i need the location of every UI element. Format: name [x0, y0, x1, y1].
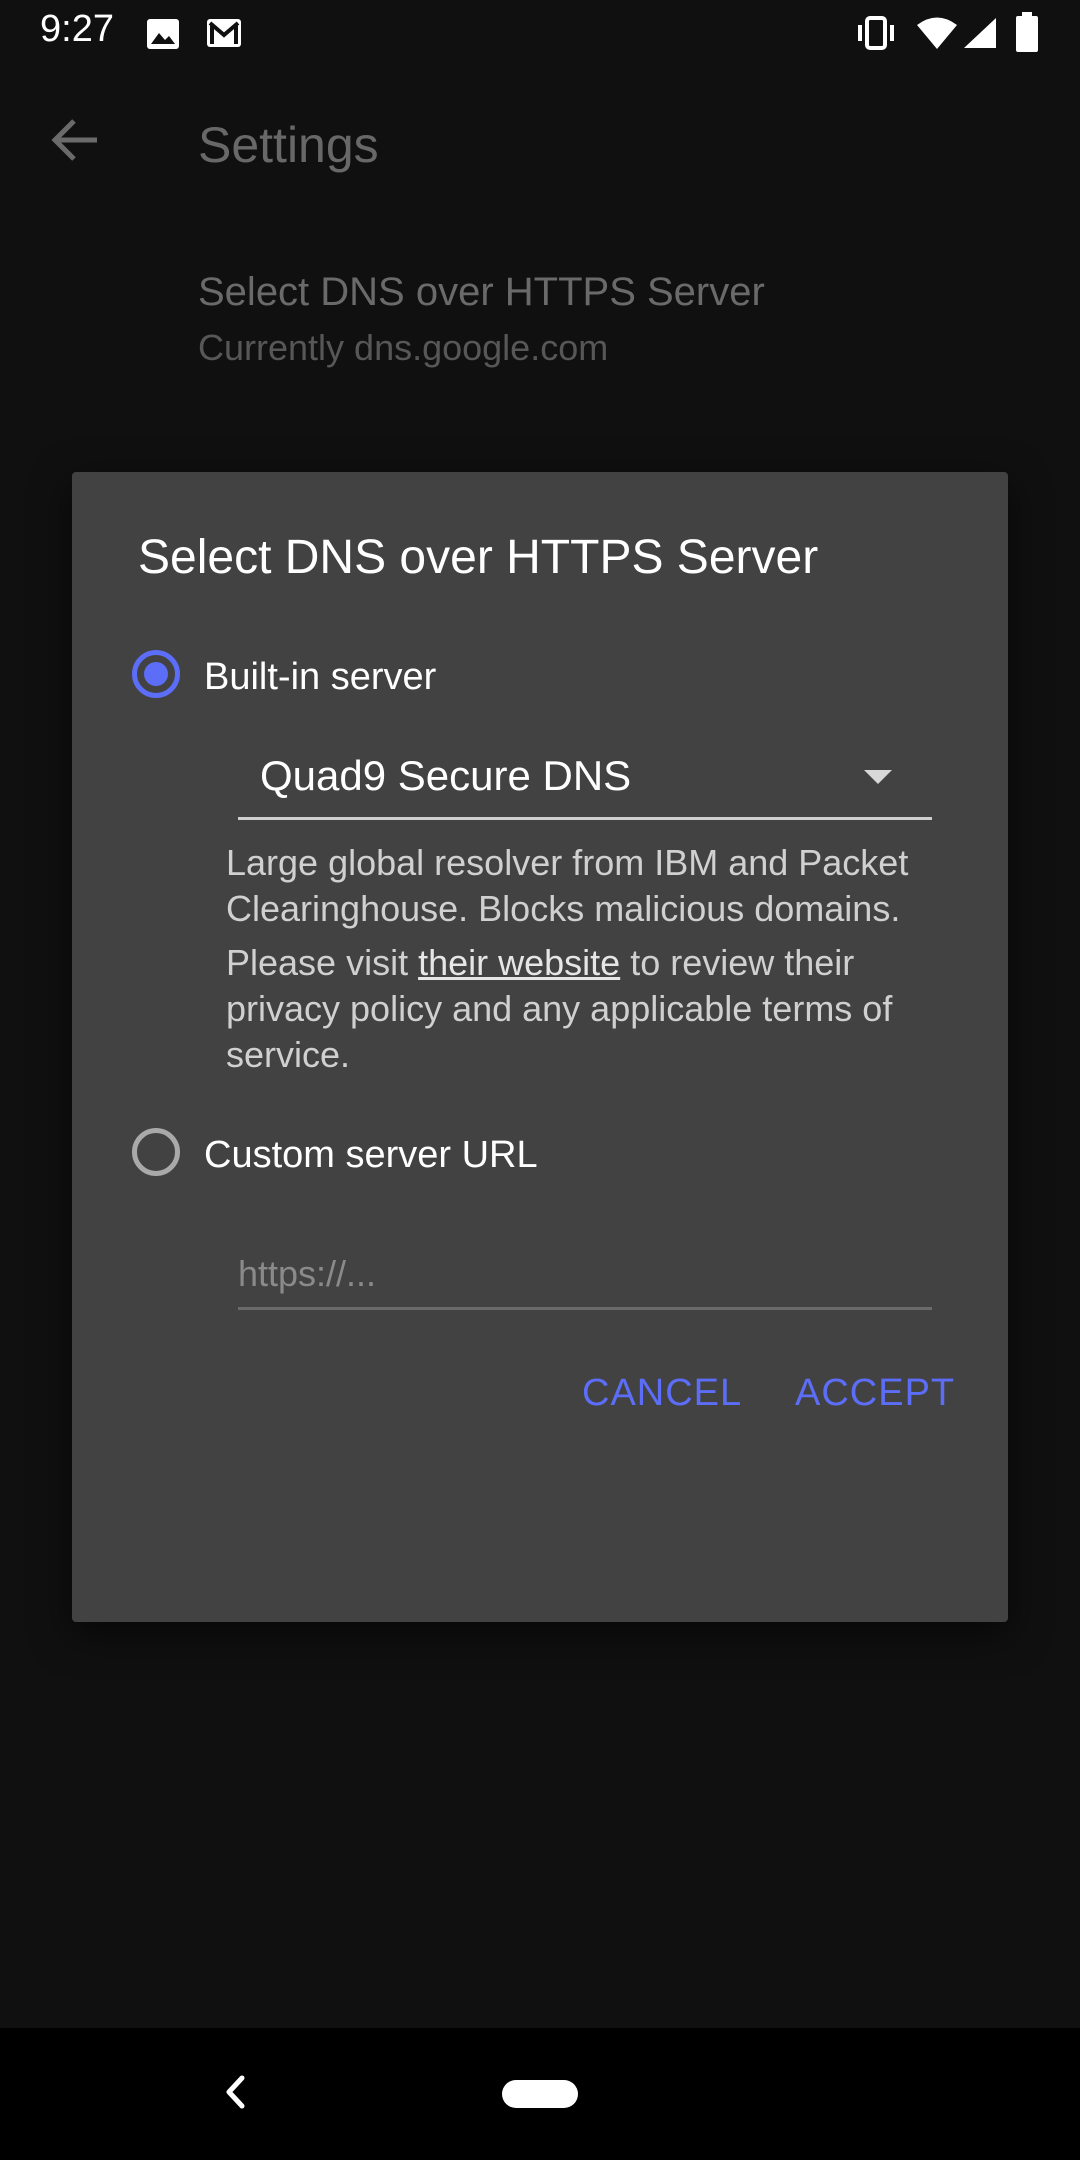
nav-back-icon[interactable]	[222, 2072, 248, 2117]
custom-server-label[interactable]: Custom server URL	[204, 1134, 538, 1177]
accept-button[interactable]: ACCEPT	[795, 1372, 955, 1415]
image-icon	[146, 18, 180, 55]
arrow-back-icon[interactable]	[50, 118, 100, 167]
server-description: Large global resolver from IBM and Packe…	[226, 840, 946, 1078]
preference-summary: Currently dns.google.com	[198, 327, 609, 368]
signal-icon	[962, 16, 998, 55]
built-in-server-dropdown[interactable]: Quad9 Secure DNS	[238, 740, 932, 820]
built-in-server-radio[interactable]	[132, 650, 180, 698]
preference-title: Select DNS over HTTPS Server	[198, 270, 765, 314]
description-text: Large global resolver from IBM and Packe…	[226, 842, 909, 929]
cancel-button[interactable]: CANCEL	[582, 1372, 742, 1415]
page-title: Settings	[198, 117, 379, 173]
status-time: 9:27	[40, 8, 114, 50]
dialog-title: Select DNS over HTTPS Server	[138, 531, 819, 584]
custom-server-url-input[interactable]	[238, 1240, 932, 1310]
app-bar: Settings	[0, 66, 1080, 226]
gmail-icon	[206, 18, 242, 53]
status-bar: 9:27	[0, 0, 1080, 66]
dns-preference-item[interactable]: Select DNS over HTTPS Server Currently d…	[198, 270, 765, 369]
privacy-text-before: Please visit	[226, 942, 419, 983]
custom-server-radio[interactable]	[132, 1128, 180, 1176]
home-pill-icon[interactable]	[502, 2080, 578, 2108]
vibrate-icon	[854, 16, 898, 55]
privacy-text: Please visit their website to review the…	[226, 940, 946, 1078]
dropdown-selected-value: Quad9 Secure DNS	[260, 752, 632, 799]
navigation-bar	[0, 2028, 1080, 2160]
their-website-link[interactable]: their website	[418, 942, 620, 983]
battery-icon	[1016, 12, 1038, 57]
dropdown-arrow-icon	[864, 770, 892, 789]
dns-server-dialog: Select DNS over HTTPS Server Built-in se…	[72, 472, 1008, 1622]
built-in-server-label[interactable]: Built-in server	[204, 656, 436, 699]
wifi-icon	[916, 16, 958, 55]
